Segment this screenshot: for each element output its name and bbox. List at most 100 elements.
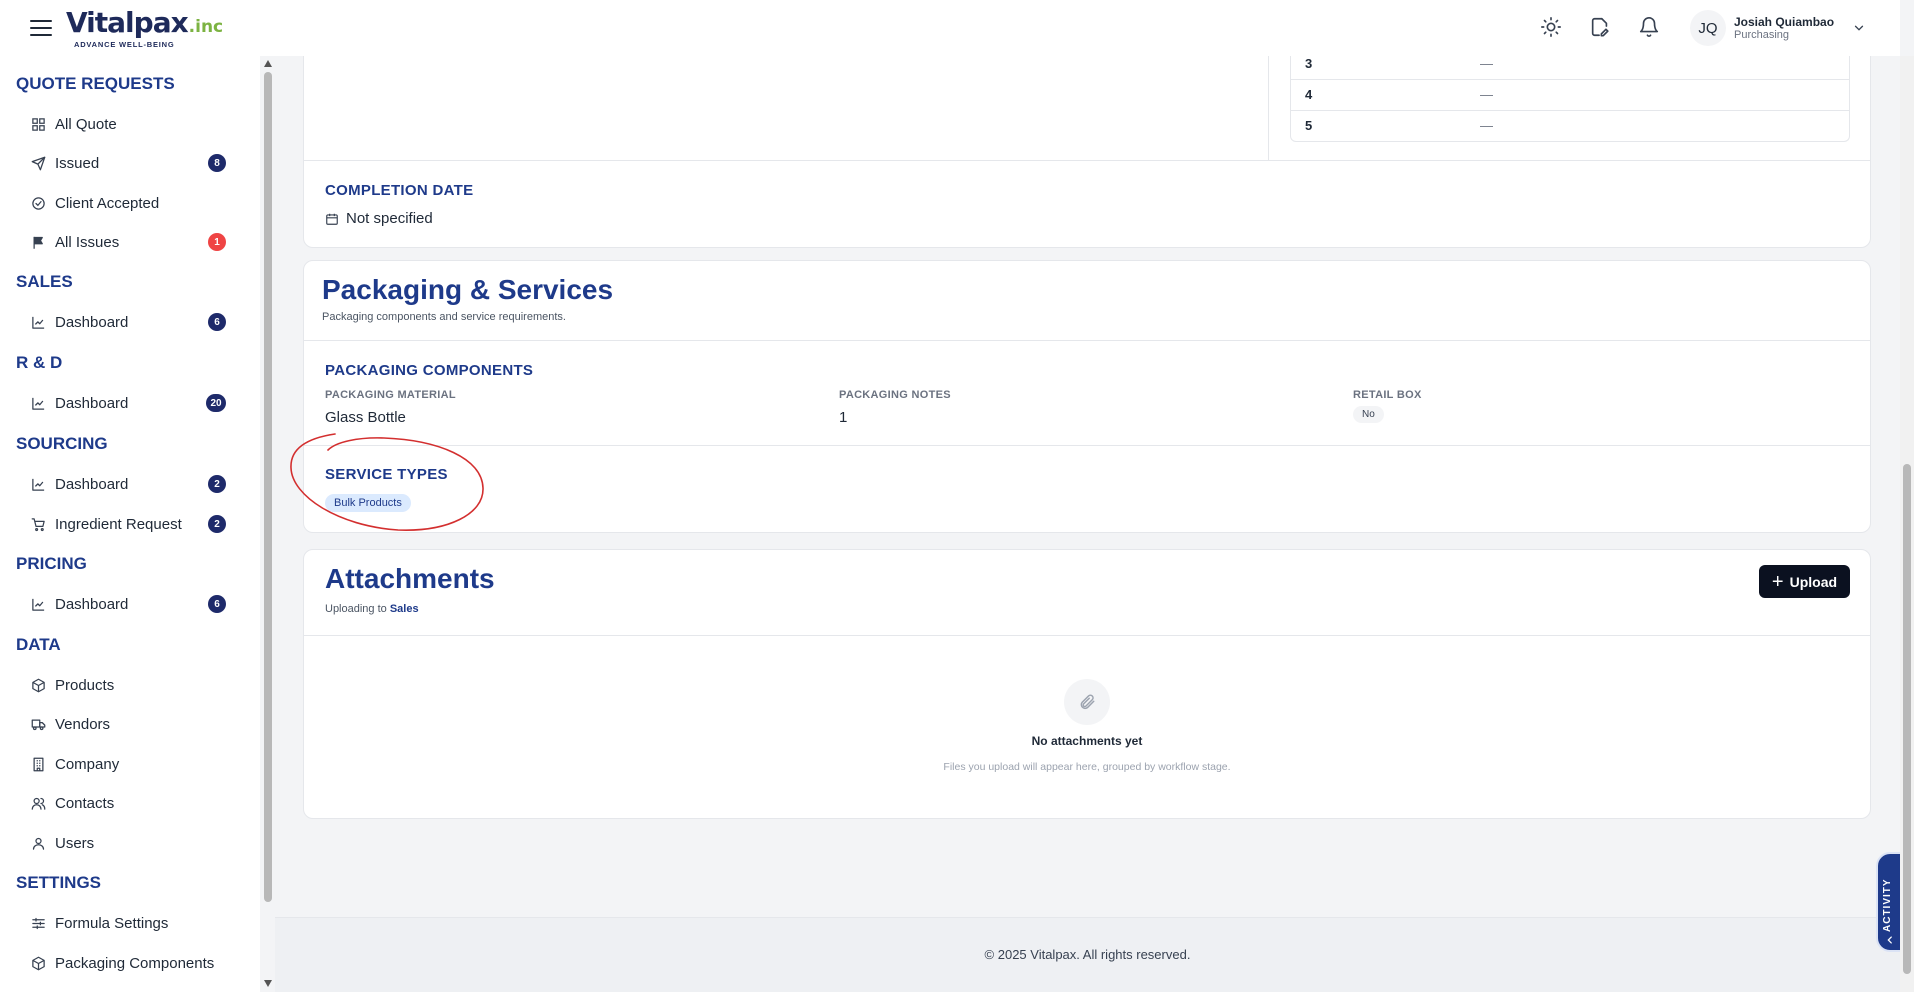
packaging-subtitle: Packaging components and service require… <box>322 311 566 323</box>
cart-icon <box>30 516 46 532</box>
main-scroll-thumb[interactable] <box>1903 464 1911 974</box>
sun-icon[interactable] <box>1540 16 1562 38</box>
packaging-title: Packaging & Services <box>322 274 614 305</box>
avatar: JQ <box>1690 10 1726 46</box>
annotation-circle <box>290 433 484 531</box>
grid-icon <box>30 116 46 132</box>
sidebar-item-sales-dashboard[interactable]: Dashboard 6 <box>30 308 226 336</box>
footer: © 2025 Vitalpax. All rights reserved. <box>275 917 1900 992</box>
count-badge: 6 <box>208 313 226 331</box>
sidebar-item-label: Dashboard <box>55 475 129 493</box>
brand-logo[interactable]: Vitalpax.inc ADVANCE WELL-BEING <box>66 8 223 50</box>
retail-box-badge: No <box>1353 406 1384 423</box>
count-badge: 8 <box>208 154 226 172</box>
count-badge: 2 <box>208 475 226 493</box>
sidebar-item-vendors[interactable]: Vendors <box>30 710 226 738</box>
user-role: Purchasing <box>1734 28 1790 41</box>
sidebar-item-pricing-dashboard[interactable]: Dashboard 6 <box>30 590 226 618</box>
sidebar-item-products[interactable]: Products <box>30 671 226 699</box>
sidebar-item-formula-settings[interactable]: Formula Settings <box>30 909 226 937</box>
completion-date-value: Not specified <box>346 210 433 227</box>
section-title-sourcing: SOURCING <box>16 434 108 453</box>
sidebar-scroll-thumb[interactable] <box>264 72 272 902</box>
chevron-down-icon[interactable] <box>1852 21 1866 35</box>
packaging-components-title: PACKAGING COMPONENTS <box>325 362 534 379</box>
card-divider <box>304 340 1870 341</box>
uploading-to-text: Uploading to Sales <box>325 603 419 615</box>
section-title-quote-requests: QUOTE REQUESTS <box>16 74 175 93</box>
chevron-left-icon <box>1887 936 1892 944</box>
card-divider <box>304 160 1870 161</box>
scroll-up-arrow-icon[interactable] <box>264 60 272 67</box>
section-title-data: DATA <box>16 635 61 654</box>
completion-date-title: COMPLETION DATE <box>325 182 474 199</box>
sidebar-item-users[interactable]: Users <box>30 829 226 857</box>
sidebar-item-issued[interactable]: Issued 8 <box>30 149 226 177</box>
packaging-notes-label: PACKAGING NOTES <box>839 389 951 401</box>
count-badge: 6 <box>208 595 226 613</box>
edit-document-icon[interactable] <box>1589 16 1611 38</box>
section-title-settings: SETTINGS <box>16 873 102 892</box>
sidebar-item-label: All Quote <box>55 115 117 133</box>
chart-icon <box>30 476 46 492</box>
row-divider <box>1290 79 1850 80</box>
building-icon <box>30 756 46 772</box>
count-badge: 20 <box>206 394 226 412</box>
table-row-number: 4 <box>1305 87 1313 102</box>
sidebar-item-label: Client Accepted <box>55 194 160 212</box>
table-row-value: — <box>1480 118 1493 133</box>
spec-table <box>1290 56 1850 142</box>
empty-state-subtitle: Files you upload will appear here, group… <box>943 761 1231 773</box>
sidebar-item-label: Dashboard <box>55 595 129 613</box>
sidebar-item-label: Issued <box>55 154 100 172</box>
count-badge: 2 <box>208 515 226 533</box>
plus-icon: + <box>1771 570 1784 593</box>
sidebar-item-client-accepted[interactable]: Client Accepted <box>30 189 226 217</box>
contacts-icon <box>30 795 46 811</box>
send-icon <box>30 155 46 171</box>
user-icon <box>30 835 46 851</box>
sidebar-item-sourcing-dashboard[interactable]: Dashboard 2 <box>30 470 226 498</box>
table-row-number: 3 <box>1305 56 1313 71</box>
sidebar: QUOTE REQUESTS All Quote Issued 8 Client… <box>0 56 260 992</box>
sidebar-item-label: Contacts <box>55 794 115 812</box>
top-header: Vitalpax.inc ADVANCE WELL-BEING JQ Josia… <box>0 0 1900 56</box>
bell-icon[interactable] <box>1638 16 1660 38</box>
packaging-notes-value: 1 <box>839 409 848 426</box>
sidebar-item-ingredient-request[interactable]: Ingredient Request 2 <box>30 510 226 538</box>
sidebar-item-all-issues[interactable]: All Issues 1 <box>30 228 226 256</box>
section-title-rnd: R & D <box>16 353 63 372</box>
sidebar-item-contacts[interactable]: Contacts <box>30 789 226 817</box>
alert-badge: 1 <box>208 233 226 251</box>
sidebar-item-all-quote[interactable]: All Quote <box>30 110 226 138</box>
upload-button[interactable]: + Upload <box>1759 565 1850 598</box>
table-row-value: — <box>1480 87 1493 102</box>
table-row-value: — <box>1480 56 1493 71</box>
upload-target-link[interactable]: Sales <box>390 603 419 615</box>
card-divider <box>304 445 1870 446</box>
menu-icon[interactable] <box>28 17 54 39</box>
empty-state-title: No attachments yet <box>1031 734 1143 748</box>
flag-icon <box>30 234 46 250</box>
check-circle-icon <box>30 195 46 211</box>
section-title-sales: SALES <box>16 272 73 291</box>
sidebar-item-label: Products <box>55 676 115 694</box>
sliders-icon <box>30 915 46 931</box>
copyright-text: © 2025 Vitalpax. All rights reserved. <box>984 947 1191 962</box>
retail-box-label: RETAIL BOX <box>1353 389 1422 401</box>
sidebar-scrollbar[interactable] <box>263 58 273 988</box>
box-icon <box>30 677 46 693</box>
main-scrollbar[interactable] <box>1900 56 1914 992</box>
sidebar-item-label: Vendors <box>55 715 111 733</box>
sidebar-item-packaging-components[interactable]: Packaging Components <box>30 949 226 977</box>
user-menu[interactable]: JQ Josiah Quiambao Purchasing <box>1690 10 1866 46</box>
sidebar-item-rnd-dashboard[interactable]: Dashboard 20 <box>30 389 226 417</box>
sidebar-item-company[interactable]: Company <box>30 750 226 778</box>
sidebar-item-label: All Issues <box>55 233 120 251</box>
scroll-down-arrow-icon[interactable] <box>264 980 272 987</box>
sidebar-item-label: Users <box>55 834 95 852</box>
truck-icon <box>30 716 46 732</box>
sidebar-item-label: Packaging Components <box>55 954 215 972</box>
user-name: Josiah Quiambao <box>1734 14 1835 29</box>
sidebar-item-label: Dashboard <box>55 394 129 412</box>
